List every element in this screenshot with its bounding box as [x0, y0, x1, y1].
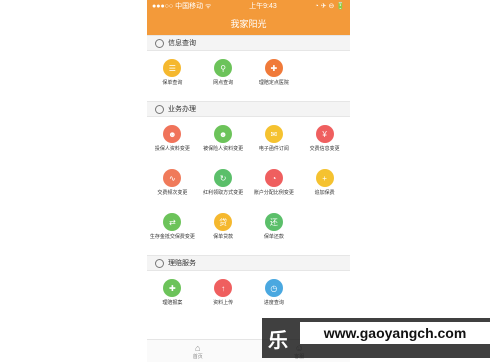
home-icon: ⌂ [195, 342, 201, 353]
section-header: 业务办理 [147, 101, 350, 117]
clock-icon: ◷ [264, 279, 283, 297]
search-icon [155, 38, 164, 48]
feature-label: 追加保费 [314, 190, 335, 196]
feature-grid: ☰ 保单查询 ⚲ 网点查询 ✚ 理赔定点医院 [147, 51, 350, 101]
feature-item[interactable]: ↑ 资料上传 [198, 275, 249, 319]
feature-item[interactable]: ◔ 账户分配比例变更 [249, 165, 300, 209]
feature-label: 保单还款 [263, 234, 284, 240]
section-header: 信息查询 [147, 35, 350, 51]
feature-item[interactable]: ↻ 红利领取方式变更 [198, 165, 249, 209]
exchange-icon: ⇄ [163, 213, 182, 231]
shield-plus-icon: ✚ [163, 279, 182, 297]
page-title: 我家阳光 [230, 19, 267, 29]
mail-icon: ✉ [264, 125, 283, 143]
feature-item[interactable]: ☻ 被保险人资料变更 [198, 121, 249, 165]
phone-screen: ●●●○○ 中国移动 ᯤ 上午9:43 ◔ ✈ ⊖ 🔋 我家阳光 信息查询 ☰ 保单… [147, 0, 350, 362]
feature-grid: ☻ 投保人资料变更 ☻ 被保险人资料变更 ✉ 电子函件订阅 ¥ 交费信息变更 ∿ 交费频次变更 ↻ 红… [147, 117, 350, 255]
feature-label: 进度查询 [263, 300, 284, 306]
feature-label: 交费信息变更 [309, 146, 340, 152]
feature-label: 交费频次变更 [157, 190, 188, 196]
trend-icon: ∿ [163, 169, 182, 187]
feature-label: 保单查询 [162, 80, 183, 86]
feature-item[interactable]: ◷ 进度查询 [249, 275, 300, 319]
status-bar: ●●●○○ 中国移动 ᯤ 上午9:43 ◔ ✈ ⊖ 🔋 [147, 0, 350, 12]
status-icons: ◔ ✈ ⊖ 🔋 [314, 3, 345, 10]
feature-item[interactable]: ✚ 理赔定点医院 [249, 55, 300, 99]
app-header: 我家阳光 [147, 12, 350, 35]
user-icon: ☻ [163, 125, 182, 143]
feature-item[interactable]: ⇄ 生存金抵交保费变更 [147, 209, 198, 253]
feature-label: 账户分配比例变更 [253, 190, 294, 196]
feature-item[interactable]: + 追加保费 [299, 165, 350, 209]
hospital-cross-icon: ✚ [264, 59, 283, 77]
location-pin-icon: ⚲ [214, 59, 233, 77]
feature-label: 保单贷款 [213, 234, 234, 240]
feature-item[interactable]: 贷保单贷款 [198, 209, 249, 253]
feature-item[interactable]: ✉ 电子函件订阅 [249, 121, 300, 165]
feature-label: 电子函件订阅 [258, 146, 289, 152]
feature-label: 资料上传 [213, 300, 234, 306]
feature-item[interactable]: ☰ 保单查询 [147, 55, 198, 99]
feature-label: 红利领取方式变更 [203, 190, 244, 196]
repay-icon: 还 [264, 213, 283, 231]
tab-home-label: 首页 [192, 353, 203, 360]
feature-item[interactable]: ☻ 投保人资料变更 [147, 121, 198, 165]
feature-label: 生存金抵交保费变更 [149, 234, 195, 240]
section-header: 理赔服务 [147, 255, 350, 271]
feature-label: 理赔报案 [162, 300, 183, 306]
feature-item[interactable]: ✚ 理赔报案 [147, 275, 198, 319]
section-title: 理赔服务 [168, 260, 196, 267]
feature-label: 投保人资料变更 [154, 146, 190, 152]
feature-label: 被保险人资料变更 [203, 146, 244, 152]
section-title: 业务办理 [168, 106, 196, 113]
briefcase-icon [155, 104, 164, 114]
feature-label: 理赔定点医院 [258, 80, 289, 86]
user-icon: ☻ [214, 125, 233, 143]
loan-icon: 贷 [214, 213, 233, 231]
feature-item[interactable]: ⚲ 网点查询 [198, 55, 249, 99]
section-title: 信息查询 [168, 40, 196, 47]
feature-item[interactable]: ∿ 交费频次变更 [147, 165, 198, 209]
refresh-icon: ↻ [214, 169, 233, 187]
check-circle-icon [155, 258, 164, 268]
list-icon: ☰ [163, 59, 182, 77]
clock-time: 上午9:43 [249, 3, 277, 10]
watermark-logo: 乐 [268, 329, 288, 352]
sections-container: 信息查询 ☰ 保单查询 ⚲ 网点查询 ✚ 理赔定点医院业务办理 ☻ 投保人资料变更 ☻ 被保险人资料… [147, 35, 350, 321]
plus-icon: + [315, 169, 334, 187]
watermark-url: www.gaoyangch.com [300, 322, 490, 344]
feature-label: 网点查询 [213, 80, 234, 86]
upload-icon: ↑ [214, 279, 233, 297]
yen-icon: ¥ [315, 125, 334, 143]
feature-item[interactable]: ¥ 交费信息变更 [299, 121, 350, 165]
gauge-icon: ◔ [264, 169, 283, 187]
carrier-signal: ●●●○○ 中国移动 ᯤ [152, 3, 212, 10]
feature-item[interactable]: 还保单还款 [249, 209, 300, 253]
feature-grid: ✚ 理赔报案 ↑ 资料上传 ◷ 进度查询 [147, 271, 350, 321]
tab-home[interactable]: ⌂ 首页 [147, 340, 249, 362]
